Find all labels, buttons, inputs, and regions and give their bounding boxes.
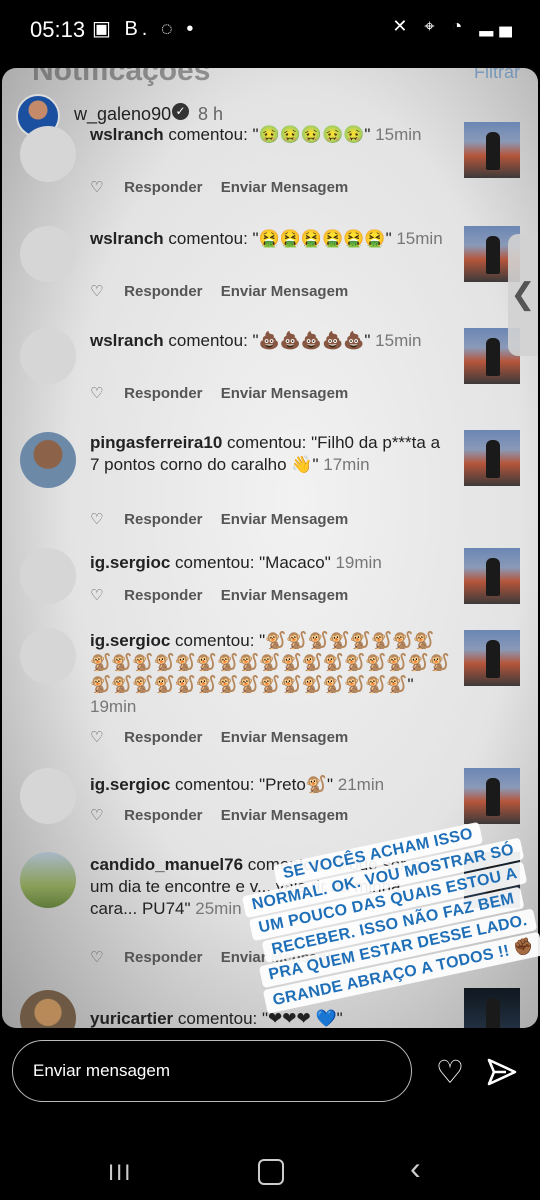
reply-button[interactable]: Responder: [124, 807, 202, 824]
avatar[interactable]: [20, 990, 76, 1028]
comment-time: 15min: [396, 229, 443, 248]
heart-icon[interactable]: ♡: [90, 282, 112, 300]
send-message-button[interactable]: Enviar Mensagem: [221, 511, 349, 528]
comment-username[interactable]: pingasferreira10: [90, 433, 222, 452]
recents-icon[interactable]: III: [108, 1160, 132, 1186]
avatar[interactable]: [20, 328, 76, 384]
background-header-link: Filtrar: [474, 68, 520, 82]
avatar[interactable]: [20, 126, 76, 182]
reply-button[interactable]: Responder: [124, 587, 202, 604]
comment-time: 21min: [337, 775, 385, 794]
back-icon[interactable]: ‹: [410, 1150, 421, 1187]
notification-text: wslranch comentou: "💩💩💩💩💩" 15min: [90, 330, 450, 352]
heart-icon[interactable]: ♡: [90, 586, 112, 604]
comment-time: 15min: [375, 125, 422, 144]
heart-icon[interactable]: ♡: [90, 728, 112, 746]
reply-button[interactable]: Responder: [124, 283, 202, 300]
chevron-left-icon: ❮: [510, 278, 536, 311]
notification-text: ig.sergioc comentou: "Preto🐒" 21min: [90, 774, 450, 796]
post-thumbnail[interactable]: [464, 430, 520, 486]
comment-actions: ♡ Responder Enviar Mensagem: [90, 178, 354, 196]
comment-username[interactable]: wslranch: [90, 331, 164, 350]
comment-text: comentou: "🤢🤢🤢🤢🤢": [163, 125, 371, 144]
heart-icon[interactable]: ♡: [90, 178, 112, 196]
reply-button[interactable]: Responder: [124, 385, 202, 402]
story-time: 8 h: [198, 104, 224, 124]
avatar[interactable]: [20, 768, 76, 824]
avatar[interactable]: [20, 852, 76, 908]
comment-username[interactable]: wslranch: [90, 125, 164, 144]
status-time: 05:13: [30, 17, 86, 42]
post-thumbnail[interactable]: [464, 988, 520, 1028]
reply-button[interactable]: Responder: [124, 511, 202, 528]
reply-bar: Enviar mensagem ♡: [0, 1040, 540, 1110]
comment-actions: ♡ Responder Enviar Mensagem: [90, 384, 354, 402]
comment-text: comentou: "❤❤❤ 💙": [173, 1009, 343, 1028]
reply-button[interactable]: Responder: [124, 949, 202, 966]
send-message-button[interactable]: Enviar Mensagem: [221, 729, 349, 746]
notification-text: wslranch comentou: "🤢🤢🤢🤢🤢" 15min: [90, 124, 450, 146]
send-icon[interactable]: [484, 1054, 520, 1090]
send-message-button[interactable]: Enviar Mensagem: [221, 283, 349, 300]
avatar[interactable]: [20, 628, 76, 684]
heart-icon[interactable]: ♡: [90, 806, 112, 824]
comment-time: 15min: [375, 331, 422, 350]
comment-actions: ♡ Responder Enviar Mensagem: [90, 806, 354, 824]
comment-time: 19min: [90, 697, 137, 716]
status-bar: 05:13 ▣ B. ◌ • ✕ ⌖ ◔ ▂▄: [0, 0, 540, 60]
comment-text: comentou: "💩💩💩💩💩": [163, 331, 371, 350]
heart-icon[interactable]: ♡: [90, 510, 112, 528]
send-message-button[interactable]: Enviar Mensagem: [221, 385, 349, 402]
heart-icon[interactable]: ♡: [432, 1054, 468, 1090]
reply-button[interactable]: Responder: [124, 729, 202, 746]
comment-time: 17min: [323, 455, 370, 474]
system-nav-bar: III ‹: [0, 1140, 540, 1200]
home-icon[interactable]: [258, 1159, 284, 1185]
comment-username[interactable]: ig.sergioc: [90, 775, 170, 794]
heart-icon[interactable]: ♡: [90, 384, 112, 402]
comment-time: 19min: [335, 553, 382, 572]
side-panel-handle[interactable]: ❮: [508, 234, 538, 356]
notification-icons: ▣ B. ◌ •: [92, 18, 198, 40]
background-header-title: Notificações: [32, 68, 211, 87]
comment-text: comentou: "Macaco": [170, 553, 331, 572]
comment-text: comentou: "Preto🐒": [170, 775, 334, 794]
notification-text: ig.sergioc comentou: "Macaco" 19min: [90, 552, 450, 574]
avatar[interactable]: [20, 432, 76, 488]
notification-text: pingasferreira10 comentou: "Filh0 da p**…: [90, 432, 450, 476]
comment-time: 25min: [195, 899, 242, 918]
comment-actions: ♡ Responder Enviar Mensagem: [90, 586, 354, 604]
comment-username[interactable]: ig.sergioc: [90, 631, 170, 650]
message-input[interactable]: Enviar mensagem: [12, 1040, 412, 1102]
story-username[interactable]: w_galeno90: [74, 104, 171, 125]
comment-actions: ♡ Responder Enviar Mensagem: [90, 728, 354, 746]
heart-icon[interactable]: ♡: [90, 948, 112, 966]
comment-text: comentou: "🤮🤮🤮🤮🤮🤮": [163, 229, 392, 248]
avatar[interactable]: [20, 548, 76, 604]
comment-username[interactable]: yuricartier: [90, 1009, 173, 1028]
reply-button[interactable]: Responder: [124, 179, 202, 196]
post-thumbnail[interactable]: [464, 122, 520, 178]
avatar[interactable]: [20, 226, 76, 282]
send-message-button[interactable]: Enviar Mensagem: [221, 179, 349, 196]
post-thumbnail[interactable]: [464, 548, 520, 604]
notification-text: wslranch comentou: "🤮🤮🤮🤮🤮🤮" 15min: [90, 228, 450, 250]
send-message-button[interactable]: Enviar Mensagem: [221, 807, 349, 824]
comment-actions: ♡ Responder Enviar Mensagem: [90, 510, 354, 528]
send-message-button[interactable]: Enviar Mensagem: [221, 587, 349, 604]
comment-username[interactable]: candido_manuel76: [90, 855, 243, 874]
post-thumbnail[interactable]: [464, 630, 520, 686]
comment-actions: ♡ Responder Enviar Mensagem: [90, 282, 354, 300]
verified-icon: ✓: [172, 103, 189, 120]
comment-username[interactable]: wslranch: [90, 229, 164, 248]
comment-username[interactable]: ig.sergioc: [90, 553, 170, 572]
notification-text: ig.sergioc comentou: "🐒🐒🐒🐒🐒🐒🐒🐒🐒🐒🐒🐒🐒🐒🐒🐒🐒🐒…: [90, 630, 450, 718]
system-status-icons: ✕ ⌖ ◔ ▂▄: [392, 16, 518, 36]
